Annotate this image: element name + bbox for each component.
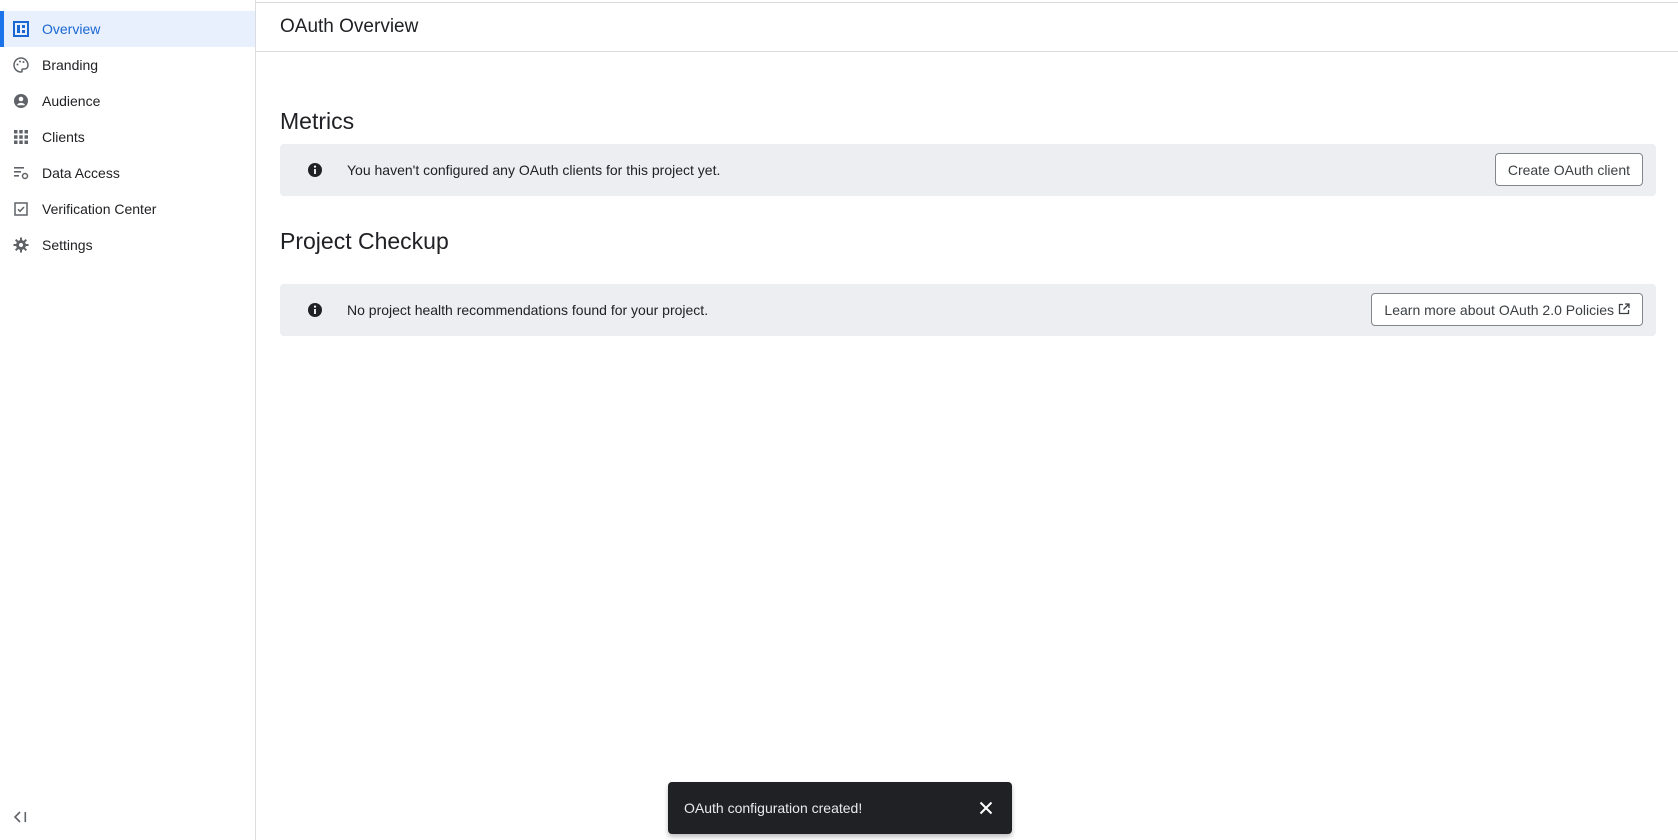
sidebar-item-label: Clients [42, 129, 85, 145]
project-checkup-title: Project Checkup [280, 228, 449, 254]
tune-list-icon [11, 163, 31, 183]
snackbar-message: OAuth configuration created! [684, 800, 863, 816]
apps-grid-icon [11, 127, 31, 147]
sidebar-item-verification-center[interactable]: Verification Center [0, 191, 255, 227]
palette-icon [11, 55, 31, 75]
sidebar-item-label: Data Access [42, 165, 120, 181]
learn-more-oauth-policies-button[interactable]: Learn more about OAuth 2.0 Policies [1371, 293, 1643, 326]
close-icon[interactable] [976, 798, 996, 818]
page-header: OAuth Overview [256, 3, 1678, 52]
sidebar-item-branding[interactable]: Branding [0, 47, 255, 83]
checkup-banner-text: No project health recommendations found … [347, 302, 709, 318]
metrics-title: Metrics [280, 108, 355, 134]
gear-icon [11, 235, 31, 255]
sidebar-item-audience[interactable]: Audience [0, 83, 255, 119]
create-oauth-client-label: Create OAuth client [1507, 161, 1630, 178]
metrics-banner: You haven't configured any OAuth clients… [280, 144, 1656, 196]
info-icon [306, 301, 324, 319]
sidebar-item-label: Audience [42, 93, 101, 109]
sidebar-nav: Overview Branding Audience Clients Data … [0, 11, 255, 263]
info-icon [306, 161, 324, 179]
app-root: Overview Branding Audience Clients Data … [0, 0, 1678, 840]
open-in-new-icon [1618, 302, 1630, 318]
dashboard-icon [11, 19, 31, 39]
sidebar-item-label: Overview [42, 21, 101, 37]
sidebar-item-label: Branding [42, 57, 99, 73]
sidebar-item-clients[interactable]: Clients [0, 119, 255, 155]
create-oauth-client-button[interactable]: Create OAuth client [1494, 153, 1643, 186]
sidebar: Overview Branding Audience Clients Data … [0, 0, 256, 840]
checkup-banner: No project health recommendations found … [280, 284, 1656, 336]
snackbar: OAuth configuration created! [668, 782, 1012, 834]
metrics-banner-text: You haven't configured any OAuth clients… [347, 162, 721, 178]
page-title: OAuth Overview [280, 16, 419, 37]
sidebar-item-overview[interactable]: Overview [0, 11, 255, 47]
learn-more-label: Learn more about OAuth 2.0 Policies [1384, 301, 1614, 318]
sidebar-item-label: Verification Center [42, 201, 157, 217]
check-box-icon [11, 199, 31, 219]
account-circle-icon [11, 91, 31, 111]
sidebar-item-label: Settings [42, 237, 93, 253]
sidebar-item-settings[interactable]: Settings [0, 227, 255, 263]
sidebar-item-data-access[interactable]: Data Access [0, 155, 255, 191]
collapse-left-icon[interactable] [11, 807, 31, 827]
